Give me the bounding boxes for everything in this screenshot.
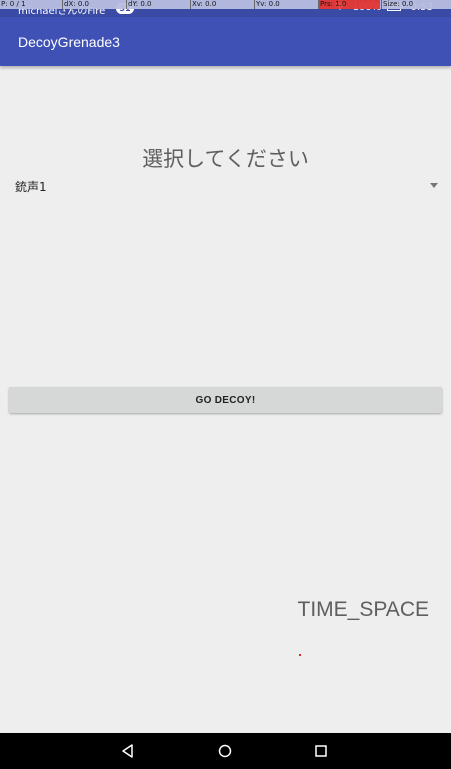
app-title: DecoyGrenade3 [18,34,120,50]
touch-pointer-dot [299,654,301,656]
spinner-selected-value: 銃声1 [15,180,47,194]
status-bar: michaelさんのFire 31 100% 0:53 P: 0 / 1 dX:… [0,0,451,17]
pointer-debug-overlay: P: 0 / 1 dX: 0.0 dY: 0.0 Xv: 0.0 Yv: 0.0… [0,0,451,9]
debug-dx: dX: 0.0 [64,0,89,8]
back-triangle-icon[interactable] [120,743,136,759]
navigation-bar [0,733,451,769]
home-circle-icon[interactable] [217,743,233,759]
debug-prs: Prs: 1.0 [320,0,347,8]
debug-size: Size: 0.0 [383,0,414,8]
go-decoy-button[interactable]: GO DECOY! [9,387,442,413]
recent-apps-square-icon[interactable] [313,743,329,759]
debug-pointer: P: 0 / 1 [1,0,26,8]
debug-dy: dY: 0.0 [128,0,152,8]
debug-xv: Xv: 0.0 [192,0,217,8]
sound-spinner[interactable]: 銃声1 [0,172,451,198]
app-bar: DecoyGrenade3 [0,17,451,66]
select-prompt: 選択してください [142,147,309,171]
dropdown-arrow-icon [430,183,438,188]
time-space-label: TIME_SPACE [297,598,429,621]
debug-yv: Yv: 0.0 [256,0,280,8]
